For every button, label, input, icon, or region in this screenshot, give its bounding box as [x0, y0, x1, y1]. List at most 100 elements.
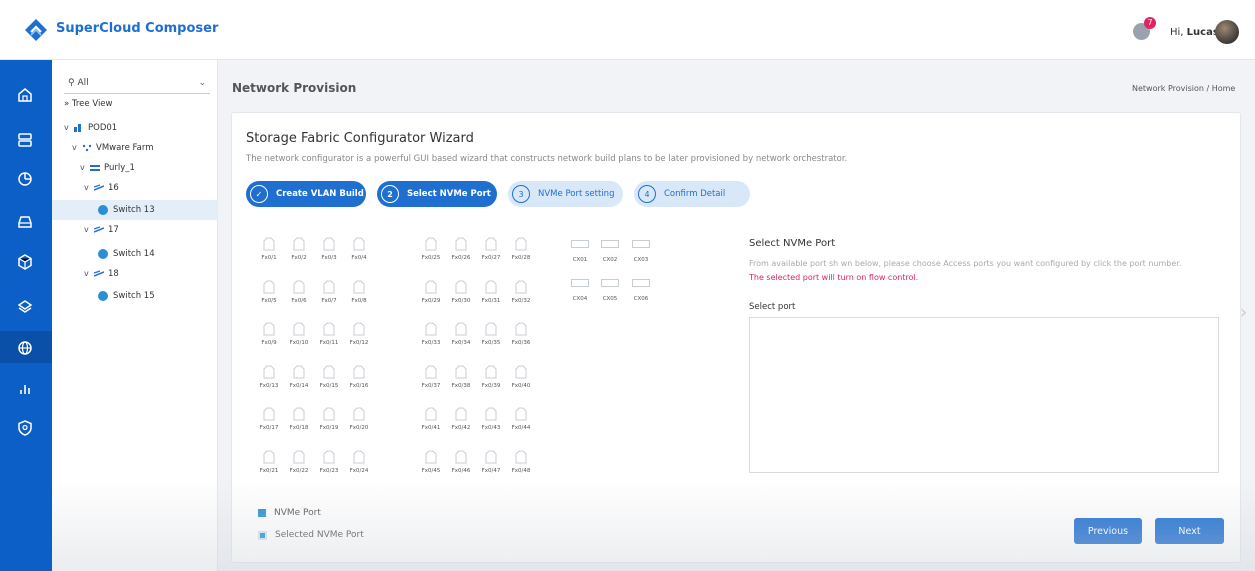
port-fx0-21[interactable]: Fx0/21	[254, 448, 284, 478]
port-fx0-41[interactable]: Fx0/41	[416, 405, 446, 435]
globe-icon[interactable]	[14, 337, 36, 359]
port-label: Fx0/24	[349, 468, 369, 474]
port-fx0-45[interactable]: Fx0/45	[416, 448, 446, 478]
port-fx0-6[interactable]: Fx0/6	[284, 278, 314, 308]
step-nvme-port-setting[interactable]: 3 NVMe Port setting	[508, 181, 623, 207]
next-button[interactable]: Next	[1155, 518, 1224, 544]
step-create-vlan-build[interactable]: ✓ Create VLAN Build	[246, 181, 366, 207]
tree-node-18[interactable]: v 18	[52, 264, 218, 284]
port-fx0-48[interactable]: Fx0/48	[506, 448, 536, 478]
port-fx0-7[interactable]: Fx0/7	[314, 278, 344, 308]
port-fx0-4[interactable]: Fx0/4	[344, 235, 374, 265]
chevron-right-icon[interactable]: ›	[1240, 302, 1247, 323]
port-fx0-46[interactable]: Fx0/46	[446, 448, 476, 478]
port-fx0-2[interactable]: Fx0/2	[284, 235, 314, 265]
port-label: Fx0/4	[351, 255, 367, 261]
breadcrumb[interactable]: Network Provision / Home	[1132, 84, 1235, 93]
port-fx0-24[interactable]: Fx0/24	[344, 448, 374, 478]
network-node-icon	[94, 183, 104, 191]
port-fx0-30[interactable]: Fx0/30	[446, 278, 476, 308]
port-fx0-35[interactable]: Fx0/35	[476, 320, 506, 350]
port-cx03[interactable]: CX03	[626, 240, 656, 266]
port-fx0-33[interactable]: Fx0/33	[416, 320, 446, 350]
side-navigation	[0, 60, 52, 571]
tree-node-switch-15[interactable]: Switch 15	[52, 286, 218, 306]
selected-port-listbox[interactable]	[749, 317, 1219, 473]
port-fx0-18[interactable]: Fx0/18	[284, 405, 314, 435]
port-fx0-10[interactable]: Fx0/10	[284, 320, 314, 350]
step-confirm-detail[interactable]: 4 Confirm Detail	[634, 181, 750, 207]
port-cx01[interactable]: CX01	[565, 240, 595, 266]
step-select-nvme-port[interactable]: 2 Select NVMe Port	[377, 181, 497, 207]
tree-filter-select[interactable]: ⚲ All ⌄	[64, 74, 210, 94]
storage-icon[interactable]	[14, 211, 36, 233]
port-fx0-40[interactable]: Fx0/40	[506, 363, 536, 393]
port-fx0-20[interactable]: Fx0/20	[344, 405, 374, 435]
port-fx0-22[interactable]: Fx0/22	[284, 448, 314, 478]
port-fx0-36[interactable]: Fx0/36	[506, 320, 536, 350]
port-fx0-12[interactable]: Fx0/12	[344, 320, 374, 350]
layers-icon[interactable]	[14, 296, 36, 318]
port-fx0-29[interactable]: Fx0/29	[416, 278, 446, 308]
tree-node-switch-13[interactable]: Switch 13	[52, 200, 218, 220]
legend-nvme-port: NVMe Port	[258, 508, 321, 518]
port-fx0-26[interactable]: Fx0/26	[446, 235, 476, 265]
port-cx05[interactable]: CX05	[595, 279, 625, 305]
port-fx0-13[interactable]: Fx0/13	[254, 363, 284, 393]
tree-node-purly-1[interactable]: v Purly_1	[52, 158, 218, 178]
port-label: Fx0/47	[481, 468, 501, 474]
switch-globe-icon	[98, 290, 108, 301]
port-fx0-8[interactable]: Fx0/8	[344, 278, 374, 308]
switch-globe-icon	[98, 204, 108, 215]
tree-node-17[interactable]: v 17	[52, 220, 218, 240]
tree-node-pod01[interactable]: v POD01	[52, 118, 218, 138]
server-icon[interactable]	[14, 129, 36, 151]
port-label: Fx0/7	[321, 298, 337, 304]
port-fx0-16[interactable]: Fx0/16	[344, 363, 374, 393]
port-label: Fx0/30	[451, 298, 471, 304]
port-fx0-1[interactable]: Fx0/1	[254, 235, 284, 265]
port-fx0-14[interactable]: Fx0/14	[284, 363, 314, 393]
port-label: Fx0/20	[349, 425, 369, 431]
port-cx04[interactable]: CX04	[565, 279, 595, 305]
port-fx0-11[interactable]: Fx0/11	[314, 320, 344, 350]
shield-icon[interactable]	[14, 417, 36, 439]
port-fx0-39[interactable]: Fx0/39	[476, 363, 506, 393]
port-fx0-34[interactable]: Fx0/34	[446, 320, 476, 350]
port-fx0-17[interactable]: Fx0/17	[254, 405, 284, 435]
port-label: Fx0/25	[421, 255, 441, 261]
port-fx0-32[interactable]: Fx0/32	[506, 278, 536, 308]
tree-node-16[interactable]: v 16	[52, 178, 218, 198]
port-fx0-15[interactable]: Fx0/15	[314, 363, 344, 393]
port-label: Fx0/19	[319, 425, 339, 431]
port-fx0-25[interactable]: Fx0/25	[416, 235, 446, 265]
port-fx0-23[interactable]: Fx0/23	[314, 448, 344, 478]
port-fx0-3[interactable]: Fx0/3	[314, 235, 344, 265]
tree-view-toggle[interactable]: » Tree View	[52, 94, 218, 114]
cube-icon[interactable]	[14, 251, 36, 273]
port-fx0-44[interactable]: Fx0/44	[506, 405, 536, 435]
user-avatar[interactable]	[1215, 20, 1239, 44]
port-fx0-31[interactable]: Fx0/31	[476, 278, 506, 308]
previous-button[interactable]: Previous	[1074, 518, 1142, 544]
tree-node-vmware-farm[interactable]: v VMware Farm	[52, 138, 218, 158]
wizard-description: The network configurator is a powerful G…	[246, 154, 848, 164]
home-icon[interactable]	[14, 84, 36, 106]
port-cx02[interactable]: CX02	[595, 240, 625, 266]
port-fx0-43[interactable]: Fx0/43	[476, 405, 506, 435]
port-cx06[interactable]: CX06	[626, 279, 656, 305]
bar-chart-icon[interactable]	[14, 378, 36, 400]
port-fx0-9[interactable]: Fx0/9	[254, 320, 284, 350]
port-fx0-19[interactable]: Fx0/19	[314, 405, 344, 435]
port-fx0-37[interactable]: Fx0/37	[416, 363, 446, 393]
port-fx0-38[interactable]: Fx0/38	[446, 363, 476, 393]
tree-node-switch-14[interactable]: Switch 14	[52, 244, 218, 264]
port-fx0-28[interactable]: Fx0/28	[506, 235, 536, 265]
port-fx0-47[interactable]: Fx0/47	[476, 448, 506, 478]
port-label: Fx0/39	[481, 383, 501, 389]
select-port-label: Select port	[749, 302, 796, 312]
pie-chart-icon[interactable]	[14, 168, 36, 190]
port-fx0-5[interactable]: Fx0/5	[254, 278, 284, 308]
port-fx0-27[interactable]: Fx0/27	[476, 235, 506, 265]
port-fx0-42[interactable]: Fx0/42	[446, 405, 476, 435]
